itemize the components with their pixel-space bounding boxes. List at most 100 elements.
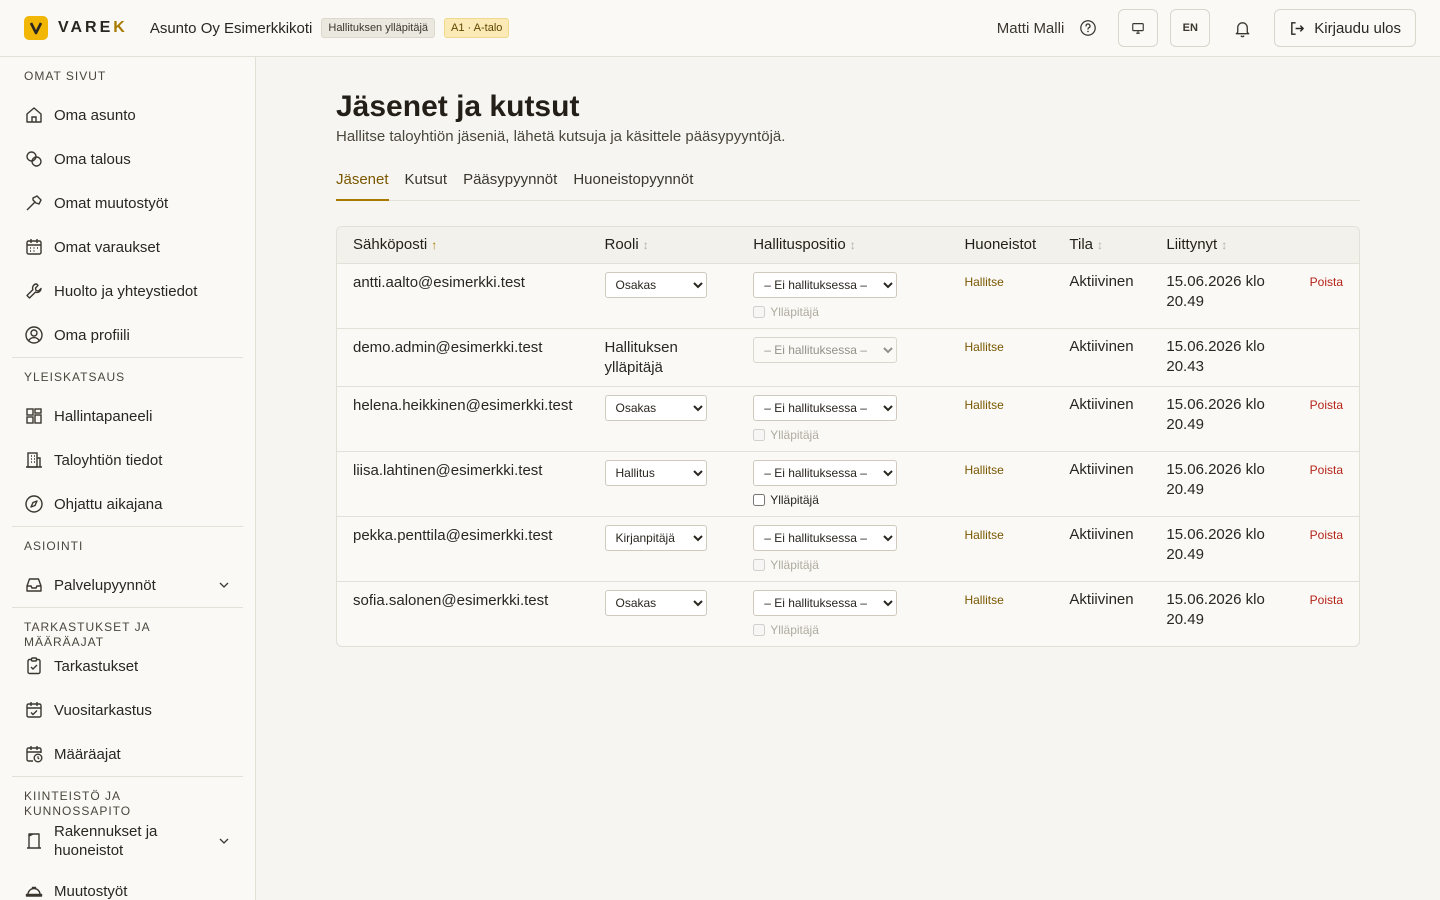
sort-ascending-icon: ↑ xyxy=(431,238,438,253)
sidebar-item-oma-profiili[interactable]: Oma profiili xyxy=(12,313,243,357)
manage-apartments-link[interactable]: Hallitse xyxy=(964,275,1003,289)
joined-cell: 15.06.2026 klo 20.43 xyxy=(1166,337,1265,375)
tab-huoneistopyynnot[interactable]: Huoneistopyynnöt xyxy=(573,169,693,201)
role-cell: Osakas xyxy=(589,386,738,451)
chevron-down-icon[interactable] xyxy=(217,578,231,592)
nav-section-overview: YLEISKATSAUS Hallintapaneeli Taloyhtiön … xyxy=(12,357,243,526)
sidebar-item-oma-talous[interactable]: Oma talous xyxy=(12,137,243,181)
sidebar-item-label: Omat muutostyöt xyxy=(54,194,169,212)
chevron-down-icon[interactable] xyxy=(217,834,231,848)
board-position-select[interactable]: – Ei hallituksessa – xyxy=(753,271,898,298)
manage-apartments-link[interactable]: Hallitse xyxy=(964,340,1003,354)
column-label: Rooli xyxy=(604,236,639,254)
logout-icon xyxy=(1291,21,1305,35)
sidebar-item-omat-muutostyot[interactable]: Omat muutostyöt xyxy=(12,181,243,225)
language-button[interactable]: EN xyxy=(1170,9,1211,47)
status-cell: Aktiivinen xyxy=(1069,395,1134,413)
tab-jasenet[interactable]: Jäsenet xyxy=(336,169,389,201)
column-header-apartments: Huoneistot xyxy=(948,227,1053,263)
delete-member-link[interactable]: Poista xyxy=(1310,275,1343,289)
table-row: sofia.salonen@esimerkki.test Osakas – Ei… xyxy=(337,581,1359,646)
delete-member-link[interactable]: Poista xyxy=(1310,398,1343,412)
delete-member-link[interactable]: Poista xyxy=(1310,593,1343,607)
table-header-row: Sähköposti ↑ Rooli ↕ Hallituspositio ↕ Huon… xyxy=(337,227,1359,263)
board-position-select[interactable]: – Ei hallituksessa – xyxy=(753,524,898,551)
display-mode-button[interactable] xyxy=(1118,9,1159,47)
sidebar-item-vuositarkastus[interactable]: Vuositarkastus xyxy=(12,688,243,732)
column-header-email[interactable]: Sähköposti ↑ xyxy=(337,227,589,263)
position-cell: – Ei hallituksessa – Ylläpitäjä xyxy=(737,263,948,328)
column-label: Liittynyt xyxy=(1166,236,1218,254)
role-select[interactable]: Hallitus xyxy=(604,459,707,486)
manage-apartments-link[interactable]: Hallitse xyxy=(964,593,1003,607)
logo-text: VAREK xyxy=(58,19,128,36)
actions-cell: Poista xyxy=(1294,516,1359,581)
admin-checkbox[interactable] xyxy=(753,305,766,318)
role-select[interactable]: Osakas xyxy=(604,589,707,616)
status-cell: Aktiivinen xyxy=(1069,460,1134,478)
position-cell: – Ei hallituksessa – Ylläpitäjä xyxy=(737,386,948,451)
sidebar-item-tarkastukset[interactable]: Tarkastukset xyxy=(12,644,243,688)
status-cell: Aktiivinen xyxy=(1069,272,1134,290)
admin-toggle: Ylläpitäjä xyxy=(753,557,932,573)
role-select[interactable]: Osakas xyxy=(604,394,707,421)
sidebar-item-label: Tarkastukset xyxy=(54,657,139,675)
column-header-board-position[interactable]: Hallituspositio ↕ xyxy=(737,227,948,263)
role-cell: Osakas xyxy=(589,263,738,328)
admin-checkbox[interactable] xyxy=(753,558,766,571)
admin-checkbox[interactable] xyxy=(753,623,766,636)
table-row: liisa.lahtinen@esimerkki.test Hallitus –… xyxy=(337,451,1359,516)
sidebar-item-omat-varaukset[interactable]: Omat varaukset xyxy=(12,225,243,269)
column-label: Huoneistot xyxy=(964,236,1037,254)
sidebar-item-palvelupyynnot[interactable]: Palvelupyynnöt xyxy=(12,563,243,607)
delete-member-link[interactable]: Poista xyxy=(1310,463,1343,477)
role-cell: Kirjanpitäjä xyxy=(589,516,738,581)
column-header-joined[interactable]: Liittynyt ↕ xyxy=(1150,227,1293,263)
role-select[interactable]: Osakas xyxy=(604,271,707,298)
manage-apartments-link[interactable]: Hallitse xyxy=(964,398,1003,412)
sidebar-item-ohjattu-aikajana[interactable]: Ohjattu aikajana xyxy=(12,482,243,526)
tab-kutsut[interactable]: Kutsut xyxy=(405,169,448,201)
sidebar-item-hallintapaneeli[interactable]: Hallintapaneeli xyxy=(12,394,243,438)
tab-paasypyynnot[interactable]: Pääsypyynnöt xyxy=(463,169,557,201)
column-header-role[interactable]: Rooli ↕ xyxy=(589,227,738,263)
manage-apartments-link[interactable]: Hallitse xyxy=(964,528,1003,542)
user-name[interactable]: Matti Malli xyxy=(997,20,1065,37)
delete-member-link[interactable]: Poista xyxy=(1310,528,1343,542)
coins-icon xyxy=(26,151,42,167)
sidebar-item-taloyhtion-tiedot[interactable]: Taloyhtiön tiedot xyxy=(12,438,243,482)
hard-hat-icon xyxy=(25,886,43,897)
board-position-select[interactable]: – Ei hallituksessa – xyxy=(753,459,898,486)
role-select[interactable]: Kirjanpitäjä xyxy=(604,524,707,551)
admin-label: Ylläpitäjä xyxy=(770,557,819,572)
logo[interactable]: VAREK xyxy=(24,16,128,40)
sidebar-item-oma-asunto[interactable]: Oma asunto xyxy=(12,93,243,137)
board-position-select[interactable]: – Ei hallituksessa – xyxy=(753,394,898,421)
nav-heading: KIINTEISTÖ JA KUNNOSSAPITO xyxy=(24,789,132,818)
notifications-button[interactable] xyxy=(1222,9,1262,47)
admin-checkbox[interactable] xyxy=(753,428,766,441)
role-cell: Hallitus xyxy=(589,451,738,516)
board-position-select[interactable]: – Ei hallituksessa – xyxy=(753,589,898,616)
role-cell: Hallituksen ylläpitäjä xyxy=(604,338,678,376)
logout-button[interactable]: Kirjaudu ulos xyxy=(1274,9,1416,47)
admin-toggle: Ylläpitäjä xyxy=(753,622,932,638)
column-header-status[interactable]: Tila ↕ xyxy=(1053,227,1150,263)
sidebar-item-muutostyot[interactable]: Muutostyöt xyxy=(12,869,243,900)
board-position-select: – Ei hallituksessa – xyxy=(753,336,898,363)
sidebar-item-huolto[interactable]: Huolto ja yhteystiedot xyxy=(12,269,243,313)
apartments-cell: Hallitse xyxy=(948,386,1053,451)
manage-apartments-link[interactable]: Hallitse xyxy=(964,463,1003,477)
sidebar-item-maaraajat[interactable]: Määräajat xyxy=(12,732,243,776)
admin-checkbox[interactable] xyxy=(753,493,766,506)
joined-cell: 15.06.2026 klo 20.49 xyxy=(1166,590,1265,628)
column-label: Sähköposti xyxy=(353,236,428,254)
help-icon[interactable] xyxy=(1078,18,1098,38)
sidebar-item-rakennukset[interactable]: Rakennukset ja huoneistot xyxy=(12,813,243,869)
email-cell: pekka.penttila@esimerkki.test xyxy=(353,526,553,544)
position-cell: – Ei hallituksessa – Ylläpitäjä xyxy=(737,516,948,581)
hammer-icon xyxy=(26,195,42,211)
page-subtitle: Hallitse taloyhtiön jäseniä, lähetä kuts… xyxy=(336,128,786,145)
sidebar-item-label: Omat varaukset xyxy=(54,238,160,256)
column-label: Tila xyxy=(1069,236,1094,254)
